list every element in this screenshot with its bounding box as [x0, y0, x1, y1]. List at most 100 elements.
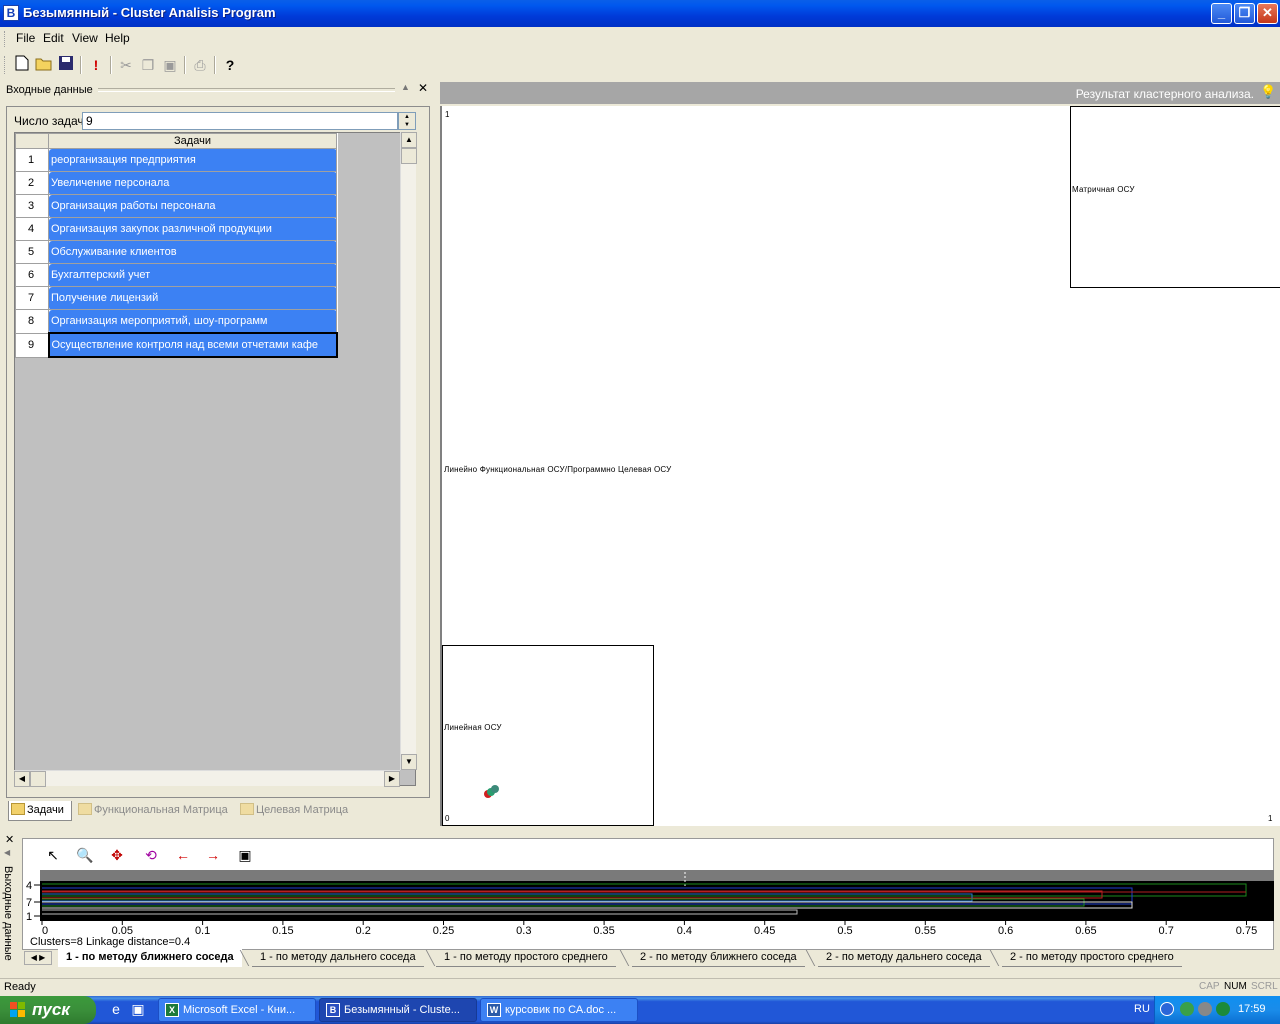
table-row[interactable]: 7 Получение лицензий	[15, 286, 337, 310]
x-axis-tick-label: 0.55	[915, 925, 936, 936]
cluster-result-canvas[interactable]: 1 0 1 Матричная ОСУ Линейно Функциональн…	[440, 106, 1280, 826]
hscroll-thumb[interactable]	[30, 771, 46, 787]
cut-icon[interactable]: ✂	[116, 55, 136, 75]
antivirus-icon[interactable]	[1216, 1002, 1230, 1016]
new-file-icon[interactable]	[12, 55, 32, 75]
tab-scroll-arrows[interactable]: ◀ ▶	[24, 951, 52, 965]
tab-target-matrix[interactable]: Целевая Матрица	[238, 801, 356, 821]
tab-method-2-farthest[interactable]: 2 - по методу дальнего соседа	[818, 949, 990, 967]
scroll-down-icon[interactable]: ▼	[401, 754, 417, 770]
windows-logo-icon	[10, 1002, 27, 1018]
dendrogram-chart[interactable]: 0 0.05 0.1 0.15 0.2 0.25 0.3 0.35 0.4 0.45 0.5 0.55…	[22, 868, 1274, 936]
row-number: 8	[15, 309, 49, 334]
taskbar-excel-label: Microsoft Excel - Кни...	[183, 1004, 296, 1016]
grid-vertical-scrollbar[interactable]: ▲ ▼	[400, 132, 417, 770]
rotate-icon[interactable]: ⟲	[140, 844, 162, 866]
pin-output-icon[interactable]: ◀	[4, 848, 10, 857]
lightbulb-icon[interactable]: 💡	[1260, 84, 1276, 100]
tab-method-2-nearest[interactable]: 2 - по методу ближнего соседа	[632, 949, 805, 967]
task-count-input[interactable]: 9	[82, 112, 398, 130]
table-row[interactable]: 1 реорганизация предприятия	[15, 148, 337, 172]
menu-edit[interactable]: Edit	[43, 31, 64, 45]
menu-help[interactable]: Help	[105, 31, 130, 45]
maximize-button[interactable]: ❐	[1234, 3, 1255, 24]
cluster-points-marker	[484, 785, 499, 798]
scroll-right-icon[interactable]: ▶	[384, 771, 400, 787]
table-row[interactable]: 2 Увеличение персонала	[15, 171, 337, 195]
close-button[interactable]: ✕	[1257, 3, 1278, 24]
dendrogram-toolbar: ↖ 🔍 ✥ ⟲ ← → ▣	[40, 842, 260, 868]
arrow-right-icon[interactable]: →	[202, 844, 224, 866]
network-icon[interactable]	[1180, 1002, 1194, 1016]
x-axis-tick-label: 0.3	[516, 925, 531, 936]
task-cell[interactable]: Получение лицензий	[48, 286, 337, 310]
tab-method-2-average[interactable]: 2 - по методу простого среднего	[1002, 949, 1182, 967]
toolbar-separator	[214, 56, 216, 74]
task-cell[interactable]: Организация работы персонала	[48, 194, 337, 218]
close-panel-icon[interactable]: ✕	[418, 81, 428, 95]
table-row-selected[interactable]: 9 Осуществление контроля над всеми отчета…	[15, 332, 338, 358]
taskbar-excel[interactable]: X Microsoft Excel - Кни...	[158, 998, 316, 1022]
table-row[interactable]: 8 Организация мероприятий, шоу-программ	[15, 309, 337, 334]
table-row[interactable]: 6 Бухгалтерский учет	[15, 263, 337, 287]
cluster-box-matrix[interactable]	[1070, 106, 1280, 288]
pin-icon[interactable]: ▲	[401, 82, 410, 92]
folder-icon	[11, 803, 25, 815]
task-cell[interactable]: Организация мероприятий, шоу-программ	[48, 309, 337, 334]
spin-down-icon[interactable]: ▼	[399, 121, 415, 129]
run-icon[interactable]: !	[86, 55, 106, 75]
tab-functional-matrix[interactable]: Функциональная Матрица	[76, 801, 234, 821]
toolbar-grip[interactable]	[4, 56, 7, 74]
language-indicator[interactable]: RU	[1134, 1003, 1150, 1015]
tab-method-1-farthest[interactable]: 1 - по методу дальнего соседа	[252, 949, 424, 967]
task-count-spinner[interactable]: ▲ ▼	[398, 112, 416, 130]
table-row[interactable]: 5 Обслуживание клиентов	[15, 240, 337, 264]
help-icon[interactable]: ?	[220, 55, 240, 75]
tab-tasks[interactable]: Задачи	[8, 801, 72, 821]
grid-horizontal-scrollbar[interactable]: ◀ ▶	[14, 770, 400, 787]
scroll-left-icon[interactable]: ◀	[14, 771, 30, 787]
cluster-box-linear[interactable]	[442, 645, 654, 826]
tab-method-1-nearest[interactable]: 1 - по методу ближнего соседа	[58, 949, 242, 967]
dendrogram-x-axis: 0 0.05 0.1 0.15 0.2 0.25 0.3 0.35 0.4 0.45 0.5 0.55…	[41, 921, 1257, 936]
method-tabs: ◀ ▶ 1 - по методу ближнего соседа 1 - по…	[22, 948, 1274, 968]
print-icon[interactable]: ⎙	[190, 55, 210, 75]
taskbar-cluster-program[interactable]: B Безымянный - Cluste...	[319, 998, 477, 1022]
row-number-header[interactable]	[15, 133, 49, 149]
x-axis-tick-label: 0.5	[837, 925, 852, 936]
scroll-up-icon[interactable]: ▲	[401, 132, 417, 148]
move-icon[interactable]: ✥	[106, 844, 128, 866]
tray-arrow-icon[interactable]	[1160, 1002, 1174, 1016]
table-row[interactable]: 3 Организация работы персонала	[15, 194, 337, 218]
pointer-icon[interactable]: ↖	[42, 844, 64, 866]
taskbar-word[interactable]: Wкурсовик по СА.doc ...	[480, 998, 638, 1022]
tasks-column-header[interactable]: Задачи	[48, 133, 337, 149]
paste-icon[interactable]: ▣	[160, 55, 180, 75]
spin-up-icon[interactable]: ▲	[399, 113, 415, 121]
table-row[interactable]: 4 Организация закупок различной продукции	[15, 217, 337, 241]
zoom-icon[interactable]: 🔍	[74, 844, 96, 866]
show-desktop-icon[interactable]: ▣	[129, 1000, 147, 1018]
task-cell[interactable]: Организация закупок различной продукции	[48, 217, 337, 241]
minimize-button[interactable]: _	[1211, 3, 1232, 24]
monitor-icon[interactable]	[1198, 1002, 1212, 1016]
close-output-panel-icon[interactable]: ✕	[5, 833, 14, 846]
menu-file[interactable]: File	[16, 31, 35, 45]
internet-explorer-icon[interactable]: e	[107, 1000, 125, 1018]
task-cell[interactable]: Увеличение персонала	[48, 171, 337, 195]
tab-method-1-average[interactable]: 1 - по методу простого среднего	[436, 949, 616, 967]
menu-view[interactable]: View	[72, 31, 98, 45]
open-folder-icon[interactable]	[34, 55, 54, 75]
copy-icon[interactable]: ❐	[138, 55, 158, 75]
fit-view-icon[interactable]: ▣	[234, 844, 256, 866]
tasks-grid[interactable]: Задачи 1 реорганизация предприятия 2 Увели…	[14, 132, 416, 786]
app-icon[interactable]: B	[3, 5, 19, 21]
scroll-thumb[interactable]	[401, 148, 417, 164]
task-cell[interactable]: Бухгалтерский учет	[48, 263, 337, 287]
task-cell[interactable]: Обслуживание клиентов	[48, 240, 337, 264]
menu-grip[interactable]	[4, 31, 7, 47]
arrow-left-icon[interactable]: ←	[172, 844, 194, 866]
task-cell-selected[interactable]: Осуществление контроля над всеми отчетам…	[47, 332, 338, 358]
save-icon[interactable]	[56, 55, 76, 75]
task-cell[interactable]: реорганизация предприятия	[48, 148, 337, 172]
